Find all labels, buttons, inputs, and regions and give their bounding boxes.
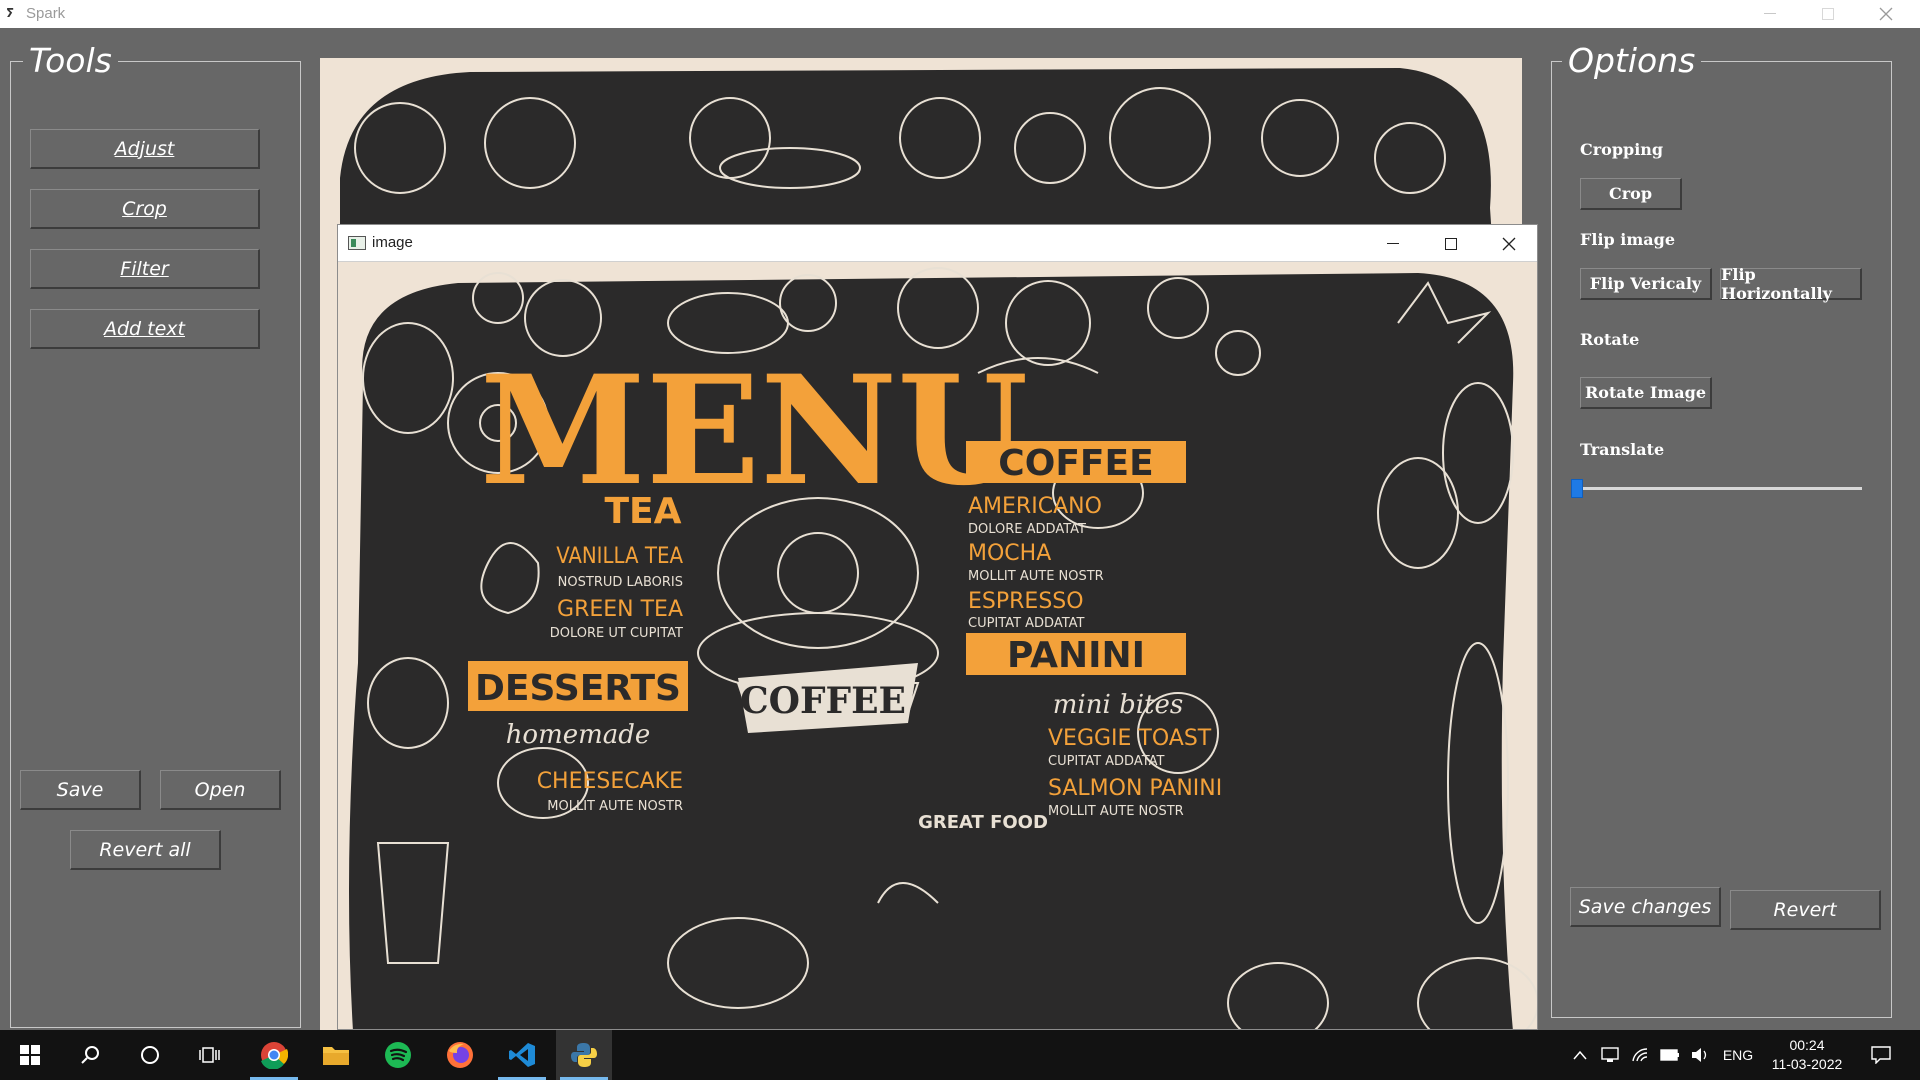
taskbar: ENG 00:24 11-03-2022 [0, 1030, 1920, 1080]
flip-vertical-button[interactable]: Flip Vericaly [1580, 268, 1712, 300]
close-icon [1502, 237, 1516, 250]
panini-heading: PANINI [1007, 635, 1145, 676]
menu-heading: MENU [480, 343, 1028, 519]
panini-item-2-desc: MOLLIT AUTE NOSTR [1048, 804, 1184, 819]
desserts-heading: DESSERTS [475, 668, 681, 709]
panini-item-1: VEGGIE TOAST [1048, 726, 1212, 751]
add-text-button[interactable]: Add text [30, 309, 260, 349]
rotate-image-button[interactable]: Rotate Image [1580, 377, 1712, 409]
app-titlebar: ⵢ Spark [0, 0, 1920, 28]
panini-sub: mini bites [1053, 690, 1183, 720]
tea-heading: TEA [604, 491, 681, 532]
clock-date: 11-03-2022 [1771, 1056, 1843, 1072]
minimize-button[interactable] [1742, 0, 1798, 28]
app-title: Spark [26, 5, 66, 22]
clock-time: 00:24 [1789, 1037, 1825, 1053]
chrome-icon[interactable] [246, 1030, 302, 1080]
translate-slider-handle[interactable] [1571, 479, 1583, 498]
filter-button[interactable]: Filter [30, 249, 260, 289]
translate-label: Translate [1580, 440, 1665, 459]
firefox-icon[interactable] [432, 1030, 488, 1080]
desserts-sub: homemade [506, 720, 651, 750]
minimize-icon [1764, 13, 1776, 14]
tea-item-2-desc: DOLORE UT CUPITAT [550, 626, 683, 641]
tea-item-2: GREEN TEA [557, 597, 683, 622]
adjust-button[interactable]: Adjust [30, 129, 260, 169]
maximize-button[interactable] [1800, 0, 1856, 28]
vscode-icon[interactable] [494, 1030, 550, 1080]
search-icon[interactable] [62, 1030, 118, 1080]
task-view-icon[interactable] [182, 1030, 238, 1080]
close-button[interactable] [1858, 0, 1914, 28]
volume-icon[interactable] [1688, 1030, 1712, 1080]
cropping-label: Cropping [1580, 140, 1664, 159]
image-window[interactable]: image MENU TEA VANILLA TEA NOSTRUD LABOR… [337, 224, 1538, 1030]
image-window-icon [348, 236, 366, 250]
coffee-heading: COFFEE [998, 443, 1153, 484]
panini-item-1-desc: CUPITAT ADDATAT [1048, 754, 1165, 769]
coffee-item-1: AMERICANO [968, 494, 1102, 519]
flip-horizontal-button[interactable]: Flip Horizontally [1720, 265, 1862, 303]
coffee-item-2: MOCHA [968, 541, 1051, 566]
image-window-titlebar[interactable]: image [338, 225, 1537, 262]
revert-button[interactable]: Revert [1730, 890, 1881, 930]
notification-center-icon[interactable] [1866, 1030, 1896, 1080]
coffee-item-3: ESPRESSO [968, 589, 1084, 614]
file-explorer-icon[interactable] [308, 1030, 364, 1080]
options-panel-title: Options [1562, 43, 1702, 79]
save-button[interactable]: Save [20, 770, 141, 810]
dessert-item-1-desc: MOLLIT AUTE NOSTR [547, 799, 683, 814]
image-close-button[interactable] [1480, 225, 1537, 262]
security-tray-icon[interactable] [1598, 1030, 1622, 1080]
wifi-icon[interactable] [1628, 1030, 1652, 1080]
tea-item-1-desc: NOSTRUD LABORIS [558, 575, 683, 590]
image-window-title: image [372, 234, 413, 251]
maximize-icon [1445, 237, 1457, 250]
spark-app-icon: ⵢ [6, 6, 15, 20]
flip-image-label: Flip image [1580, 230, 1676, 249]
panini-item-2: SALMON PANINI [1048, 776, 1222, 801]
open-button[interactable]: Open [160, 770, 281, 810]
windows-start-icon[interactable] [2, 1030, 58, 1080]
spotify-icon[interactable] [370, 1030, 426, 1080]
save-changes-button[interactable]: Save changes [1570, 887, 1721, 927]
close-icon [1879, 7, 1893, 21]
battery-icon[interactable] [1658, 1030, 1682, 1080]
coffee-item-1-desc: DOLORE ADDATAT [968, 522, 1086, 537]
cortana-icon[interactable] [122, 1030, 178, 1080]
system-clock[interactable]: 00:24 11-03-2022 [1762, 1036, 1852, 1074]
coffee-item-3-desc: CUPITAT ADDATAT [968, 616, 1085, 631]
coffee-ribbon-text: COFFEE [740, 680, 906, 722]
language-indicator[interactable]: ENG [1716, 1030, 1760, 1080]
maximize-icon [1822, 8, 1834, 20]
coffee-item-2-desc: MOLLIT AUTE NOSTR [968, 569, 1104, 584]
python-icon[interactable] [556, 1030, 612, 1080]
minimize-icon [1387, 242, 1399, 244]
tea-item-1: VANILLA TEA [556, 544, 683, 569]
crop-tool-button[interactable]: Crop [30, 189, 260, 229]
translate-slider-track[interactable] [1574, 487, 1862, 490]
great-food-text: GREAT FOOD [918, 812, 1048, 833]
menu-image-preview [340, 68, 1492, 238]
image-maximize-button[interactable] [1422, 225, 1480, 262]
tray-overflow-icon[interactable] [1568, 1030, 1592, 1080]
tools-panel-title: Tools [23, 43, 118, 79]
revert-all-button[interactable]: Revert all [70, 830, 221, 870]
menu-image: MENU TEA VANILLA TEA NOSTRUD LABORIS GRE… [349, 267, 1537, 1029]
rotate-label: Rotate [1580, 330, 1640, 349]
crop-option-button[interactable]: Crop [1580, 178, 1682, 210]
dessert-item-1: CHEESECAKE [537, 769, 683, 794]
image-minimize-button[interactable] [1364, 225, 1422, 262]
